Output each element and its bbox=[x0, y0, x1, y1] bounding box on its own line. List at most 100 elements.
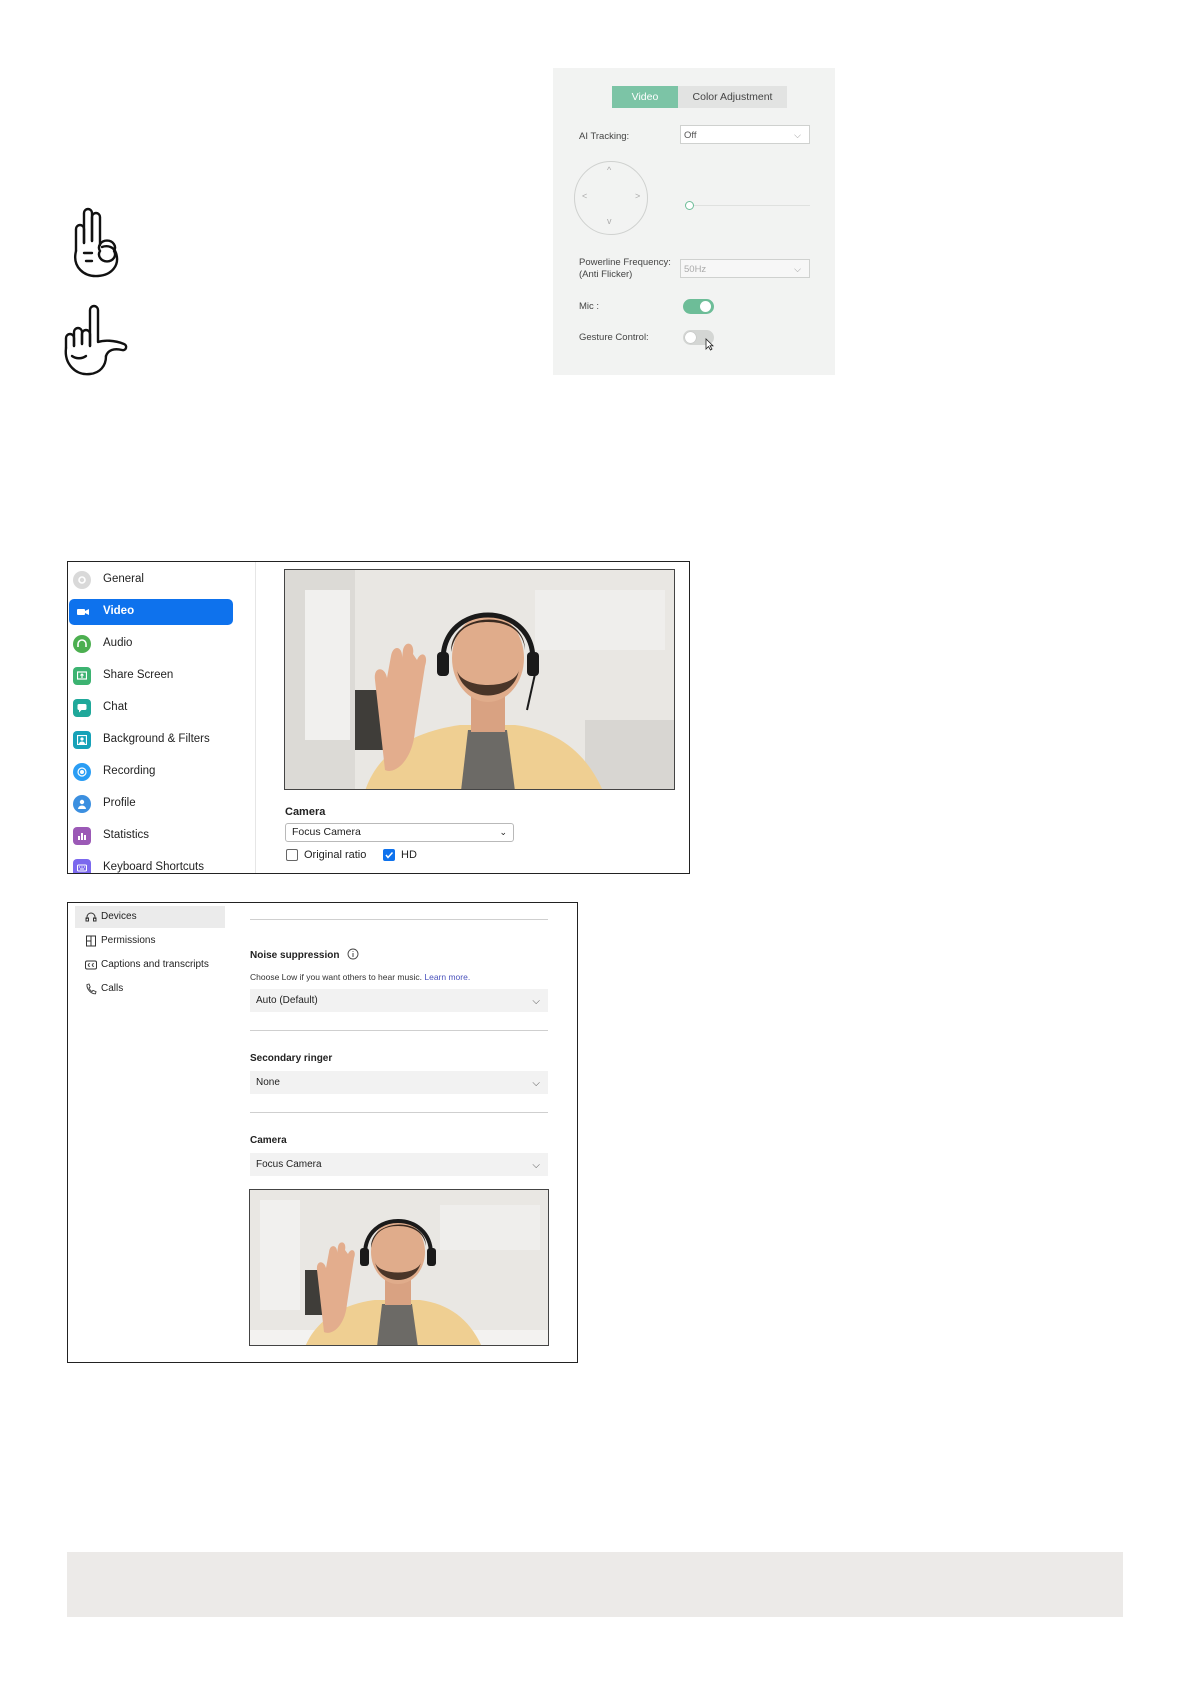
video-camera-icon bbox=[73, 603, 91, 621]
phone-icon bbox=[86, 983, 97, 995]
sidebar-item-label: Captions and transcripts bbox=[101, 959, 209, 970]
hd-checkbox[interactable] bbox=[383, 849, 395, 861]
chevron-down-icon: ⌵ bbox=[532, 1160, 540, 1171]
sidebar-item-label: Chat bbox=[103, 701, 128, 713]
secondary-ringer-label: Secondary ringer bbox=[250, 1053, 333, 1064]
sidebar-item-label: Share Screen bbox=[103, 669, 174, 681]
headphones-icon bbox=[73, 635, 91, 653]
profile-icon bbox=[73, 795, 91, 813]
mic-label: Mic : bbox=[579, 301, 600, 312]
info-icon[interactable] bbox=[347, 948, 359, 960]
checkmark-icon bbox=[385, 851, 394, 859]
sidebar-item-label: Statistics bbox=[103, 829, 150, 841]
noise-select-value: Auto (Default) bbox=[256, 995, 318, 1006]
chevron-down-icon: ⌵ bbox=[794, 264, 801, 274]
keyboard-icon bbox=[73, 859, 91, 873]
zoom-slider-track[interactable] bbox=[688, 205, 810, 206]
sidebar-item-keyboard-shortcuts[interactable]: Keyboard Shortcuts bbox=[69, 855, 233, 873]
noise-suppression-note: Choose Low if you want others to hear mu… bbox=[250, 972, 470, 982]
chevron-down-icon: ⌵ bbox=[532, 1078, 540, 1089]
zoom-sidebar: General Video Audio Share Screen Chat Ba… bbox=[68, 562, 256, 873]
chat-icon bbox=[73, 699, 91, 717]
sidebar-item-profile[interactable]: Profile bbox=[69, 791, 233, 817]
sidebar-item-label: Video bbox=[103, 605, 135, 617]
secondary-ringer-select[interactable]: None ⌵ bbox=[250, 1071, 548, 1094]
original-ratio-label: Original ratio bbox=[304, 849, 367, 861]
devices-icon bbox=[85, 912, 97, 922]
mic-toggle[interactable] bbox=[683, 299, 714, 314]
sidebar-item-captions[interactable]: Captions and transcripts bbox=[75, 954, 225, 976]
right-arrow-icon[interactable]: > bbox=[635, 191, 640, 201]
ok-gesture-icon bbox=[74, 207, 119, 278]
noise-suppression-label: Noise suppression bbox=[250, 948, 359, 961]
pan-tilt-pad[interactable]: ^ < > v bbox=[574, 161, 648, 235]
sidebar-item-share-screen[interactable]: Share Screen bbox=[69, 663, 233, 689]
sidebar-item-audio[interactable]: Audio bbox=[69, 631, 233, 657]
sidebar-item-label: Background & Filters bbox=[103, 733, 210, 745]
sidebar-item-statistics[interactable]: Statistics bbox=[69, 823, 233, 849]
permissions-icon bbox=[86, 935, 96, 947]
ai-tracking-label: AI Tracking: bbox=[579, 131, 630, 142]
mouse-cursor-icon bbox=[705, 338, 714, 351]
captions-icon bbox=[85, 960, 97, 970]
sidebar-item-label: Profile bbox=[103, 797, 136, 809]
sidebar-item-general[interactable]: General bbox=[69, 567, 233, 593]
sidebar-item-permissions[interactable]: Permissions bbox=[75, 930, 225, 952]
zoom-video-settings: General Video Audio Share Screen Chat Ba… bbox=[67, 561, 690, 874]
sidebar-item-devices[interactable]: Devices bbox=[75, 906, 225, 928]
down-arrow-icon[interactable]: v bbox=[607, 216, 612, 226]
sidebar-item-video[interactable]: Video bbox=[69, 599, 233, 625]
footer-band bbox=[67, 1552, 1123, 1617]
original-ratio-checkbox[interactable] bbox=[286, 849, 298, 861]
camera-label: Camera bbox=[250, 1135, 287, 1146]
hd-label: HD bbox=[401, 849, 417, 861]
powerline-label: Powerline Frequency: (Anti Flicker) bbox=[579, 257, 671, 281]
noise-suppression-select[interactable]: Auto (Default) ⌵ bbox=[250, 989, 548, 1012]
camera-select[interactable]: Focus Camera ⌵ bbox=[250, 1153, 548, 1176]
powerline-value: 50Hz bbox=[684, 264, 707, 275]
camera-tabs: Video Color Adjustment bbox=[612, 86, 787, 108]
ai-tracking-select[interactable]: Off ⌵ bbox=[680, 125, 810, 144]
sidebar-item-chat[interactable]: Chat bbox=[69, 695, 233, 721]
camera-label: Camera bbox=[285, 806, 326, 818]
tab-video[interactable]: Video bbox=[612, 86, 678, 108]
recording-icon bbox=[73, 763, 91, 781]
l-gesture-icon bbox=[64, 304, 128, 376]
sidebar-item-recording[interactable]: Recording bbox=[69, 759, 233, 785]
zoom-slider-handle[interactable] bbox=[685, 201, 694, 210]
up-arrow-icon[interactable]: ^ bbox=[607, 165, 611, 175]
chevron-down-icon: ⌵ bbox=[532, 996, 540, 1007]
camera-select[interactable]: Focus Camera ⌄ bbox=[285, 823, 514, 842]
powerline-select[interactable]: 50Hz ⌵ bbox=[680, 259, 810, 278]
noise-note-text: Choose Low if you want others to hear mu… bbox=[250, 972, 422, 982]
sidebar-item-label: General bbox=[103, 573, 144, 585]
tab-color-adjustment[interactable]: Color Adjustment bbox=[678, 86, 787, 108]
camera-settings-panel: Video Color Adjustment AI Tracking: Off … bbox=[553, 68, 835, 375]
camera-preview-image bbox=[284, 569, 675, 790]
camera-select-value: Focus Camera bbox=[256, 1159, 322, 1170]
background-icon bbox=[73, 731, 91, 749]
sidebar-item-label: Calls bbox=[101, 983, 124, 994]
chevron-down-icon: ⌄ bbox=[499, 827, 507, 837]
divider bbox=[250, 919, 548, 920]
share-screen-icon bbox=[73, 667, 91, 685]
left-arrow-icon[interactable]: < bbox=[582, 191, 587, 201]
sidebar-item-label: Permissions bbox=[101, 935, 156, 946]
divider bbox=[250, 1112, 548, 1113]
learn-more-link[interactable]: Learn more. bbox=[424, 972, 470, 982]
gear-icon bbox=[73, 571, 91, 589]
ai-tracking-value: Off bbox=[684, 130, 697, 141]
chevron-down-icon: ⌵ bbox=[794, 130, 801, 140]
powerline-label-line2: (Anti Flicker) bbox=[579, 269, 633, 280]
statistics-icon bbox=[73, 827, 91, 845]
powerline-label-line1: Powerline Frequency: bbox=[579, 257, 671, 268]
sidebar-item-label: Keyboard Shortcuts bbox=[103, 861, 205, 873]
ringer-select-value: None bbox=[256, 1077, 280, 1088]
noise-suppression-title: Noise suppression bbox=[250, 950, 340, 961]
sidebar-item-label: Audio bbox=[103, 637, 133, 649]
sidebar-item-calls[interactable]: Calls bbox=[75, 978, 225, 1000]
divider bbox=[250, 1030, 548, 1031]
gesture-control-label: Gesture Control: bbox=[579, 332, 649, 343]
sidebar-item-background-filters[interactable]: Background & Filters bbox=[69, 727, 233, 753]
sidebar-item-label: Recording bbox=[103, 765, 156, 777]
